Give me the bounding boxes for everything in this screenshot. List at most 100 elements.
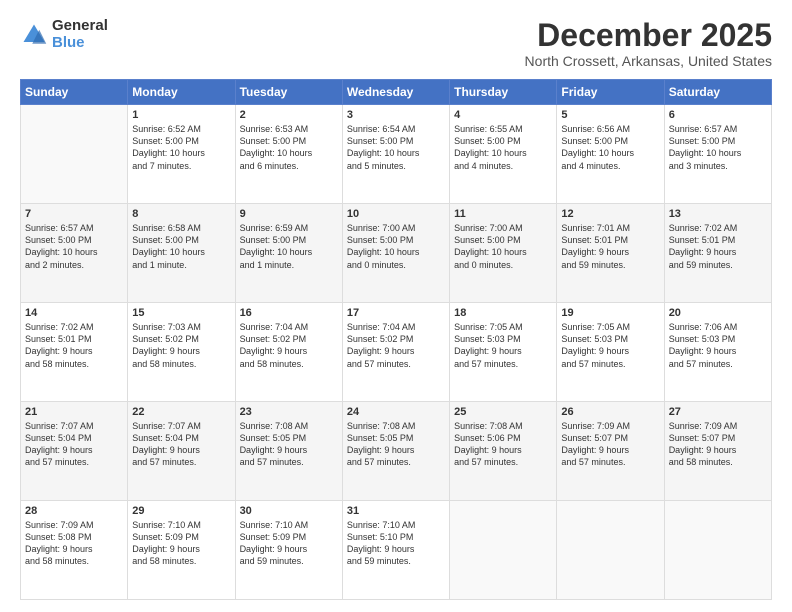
header-row: SundayMondayTuesdayWednesdayThursdayFrid… [21, 80, 772, 105]
day-number: 19 [561, 307, 659, 319]
day-number: 10 [347, 208, 445, 220]
calendar-cell: 23 Sunrise: 7:08 AM Sunset: 5:05 PM Dayli… [235, 402, 342, 501]
day-info: Sunrise: 7:10 AM Sunset: 5:09 PM Dayligh… [240, 519, 338, 568]
day-info: Sunrise: 7:05 AM Sunset: 5:03 PM Dayligh… [454, 321, 552, 370]
day-number: 27 [669, 406, 767, 418]
day-info: Sunrise: 6:57 AM Sunset: 5:00 PM Dayligh… [669, 123, 767, 172]
calendar-week-row: 1Sunrise: 6:52 AM Sunset: 5:00 PM Daylig… [21, 105, 772, 204]
day-info: Sunrise: 7:00 AM Sunset: 5:00 PM Dayligh… [454, 222, 552, 271]
page: General Blue December 2025 North Crosset… [0, 0, 792, 612]
day-info: Sunrise: 6:58 AM Sunset: 5:00 PM Dayligh… [132, 222, 230, 271]
day-number: 17 [347, 307, 445, 319]
day-info: Sunrise: 7:10 AM Sunset: 5:10 PM Dayligh… [347, 519, 445, 568]
calendar-cell: 28 Sunrise: 7:09 AM Sunset: 5:08 PM Dayli… [21, 501, 128, 600]
day-number: 16 [240, 307, 338, 319]
calendar-week-row: 7Sunrise: 6:57 AM Sunset: 5:00 PM Daylig… [21, 204, 772, 303]
day-number: 13 [669, 208, 767, 220]
day-info: Sunrise: 7:08 AM Sunset: 5:05 PM Dayligh… [240, 420, 338, 469]
calendar-cell: 14 Sunrise: 7:02 AM Sunset: 5:01 PM Dayli… [21, 303, 128, 402]
day-number: 12 [561, 208, 659, 220]
day-number: 24 [347, 406, 445, 418]
day-number: 9 [240, 208, 338, 220]
calendar-cell: 20Sunrise: 7:06 AM Sunset: 5:03 PM Dayli… [664, 303, 771, 402]
location: North Crossett, Arkansas, United States [525, 53, 772, 69]
day-info: Sunrise: 7:07 AM Sunset: 5:04 PM Dayligh… [25, 420, 123, 469]
day-number: 4 [454, 109, 552, 121]
day-info: Sunrise: 7:05 AM Sunset: 5:03 PM Dayligh… [561, 321, 659, 370]
calendar-cell: 29Sunrise: 7:10 AM Sunset: 5:09 PM Dayli… [128, 501, 235, 600]
day-number: 29 [132, 505, 230, 517]
title-area: December 2025 North Crossett, Arkansas, … [525, 18, 772, 69]
calendar-cell: 9 Sunrise: 6:59 AM Sunset: 5:00 PM Daylig… [235, 204, 342, 303]
calendar-header: SundayMondayTuesdayWednesdayThursdayFrid… [21, 80, 772, 105]
day-number: 5 [561, 109, 659, 121]
day-info: Sunrise: 7:07 AM Sunset: 5:04 PM Dayligh… [132, 420, 230, 469]
calendar-cell: 18 Sunrise: 7:05 AM Sunset: 5:03 PM Dayli… [450, 303, 557, 402]
day-number: 26 [561, 406, 659, 418]
day-number: 28 [25, 505, 123, 517]
calendar-cell: 15 Sunrise: 7:03 AM Sunset: 5:02 PM Dayli… [128, 303, 235, 402]
logo-icon [20, 21, 48, 49]
calendar-cell: 6 Sunrise: 6:57 AM Sunset: 5:00 PM Daylig… [664, 105, 771, 204]
calendar-week-row: 21 Sunrise: 7:07 AM Sunset: 5:04 PM Dayli… [21, 402, 772, 501]
day-info: Sunrise: 7:09 AM Sunset: 5:07 PM Dayligh… [669, 420, 767, 469]
weekday-header-monday: Monday [128, 80, 235, 105]
day-number: 22 [132, 406, 230, 418]
day-number: 25 [454, 406, 552, 418]
calendar-cell: 2Sunrise: 6:53 AM Sunset: 5:00 PM Daylig… [235, 105, 342, 204]
calendar-cell: 25Sunrise: 7:08 AM Sunset: 5:06 PM Dayli… [450, 402, 557, 501]
calendar-cell: 27 Sunrise: 7:09 AM Sunset: 5:07 PM Dayli… [664, 402, 771, 501]
calendar-cell: 26Sunrise: 7:09 AM Sunset: 5:07 PM Dayli… [557, 402, 664, 501]
day-info: Sunrise: 7:02 AM Sunset: 5:01 PM Dayligh… [669, 222, 767, 271]
day-number: 21 [25, 406, 123, 418]
calendar-cell: 19 Sunrise: 7:05 AM Sunset: 5:03 PM Dayli… [557, 303, 664, 402]
day-number: 14 [25, 307, 123, 319]
month-title: December 2025 [525, 18, 772, 53]
day-number: 11 [454, 208, 552, 220]
calendar-table: SundayMondayTuesdayWednesdayThursdayFrid… [20, 79, 772, 600]
day-number: 3 [347, 109, 445, 121]
day-info: Sunrise: 7:04 AM Sunset: 5:02 PM Dayligh… [347, 321, 445, 370]
day-info: Sunrise: 7:08 AM Sunset: 5:05 PM Dayligh… [347, 420, 445, 469]
calendar-week-row: 14 Sunrise: 7:02 AM Sunset: 5:01 PM Dayli… [21, 303, 772, 402]
day-number: 23 [240, 406, 338, 418]
day-info: Sunrise: 7:00 AM Sunset: 5:00 PM Dayligh… [347, 222, 445, 271]
day-info: Sunrise: 7:03 AM Sunset: 5:02 PM Dayligh… [132, 321, 230, 370]
calendar-cell: 31Sunrise: 7:10 AM Sunset: 5:10 PM Dayli… [342, 501, 449, 600]
day-info: Sunrise: 7:01 AM Sunset: 5:01 PM Dayligh… [561, 222, 659, 271]
weekday-header-sunday: Sunday [21, 80, 128, 105]
weekday-header-wednesday: Wednesday [342, 80, 449, 105]
calendar-cell: 17 Sunrise: 7:04 AM Sunset: 5:02 PM Dayli… [342, 303, 449, 402]
day-info: Sunrise: 6:55 AM Sunset: 5:00 PM Dayligh… [454, 123, 552, 172]
calendar-cell [664, 501, 771, 600]
weekday-header-saturday: Saturday [664, 80, 771, 105]
day-number: 2 [240, 109, 338, 121]
calendar-cell: 8 Sunrise: 6:58 AM Sunset: 5:00 PM Daylig… [128, 204, 235, 303]
calendar-cell: 24 Sunrise: 7:08 AM Sunset: 5:05 PM Dayli… [342, 402, 449, 501]
day-number: 8 [132, 208, 230, 220]
calendar-week-row: 28 Sunrise: 7:09 AM Sunset: 5:08 PM Dayli… [21, 501, 772, 600]
day-info: Sunrise: 7:09 AM Sunset: 5:08 PM Dayligh… [25, 519, 123, 568]
weekday-header-friday: Friday [557, 80, 664, 105]
calendar-cell: 11 Sunrise: 7:00 AM Sunset: 5:00 PM Dayli… [450, 204, 557, 303]
calendar-cell: 10 Sunrise: 7:00 AM Sunset: 5:00 PM Dayli… [342, 204, 449, 303]
calendar-cell: 21 Sunrise: 7:07 AM Sunset: 5:04 PM Dayli… [21, 402, 128, 501]
day-info: Sunrise: 6:59 AM Sunset: 5:00 PM Dayligh… [240, 222, 338, 271]
day-info: Sunrise: 7:06 AM Sunset: 5:03 PM Dayligh… [669, 321, 767, 370]
day-number: 18 [454, 307, 552, 319]
day-number: 15 [132, 307, 230, 319]
logo: General Blue [20, 18, 108, 51]
calendar-cell: 1Sunrise: 6:52 AM Sunset: 5:00 PM Daylig… [128, 105, 235, 204]
weekday-header-tuesday: Tuesday [235, 80, 342, 105]
calendar-cell: 22 Sunrise: 7:07 AM Sunset: 5:04 PM Dayli… [128, 402, 235, 501]
day-info: Sunrise: 7:02 AM Sunset: 5:01 PM Dayligh… [25, 321, 123, 370]
calendar-cell: 13 Sunrise: 7:02 AM Sunset: 5:01 PM Dayli… [664, 204, 771, 303]
weekday-header-thursday: Thursday [450, 80, 557, 105]
calendar-cell: 7Sunrise: 6:57 AM Sunset: 5:00 PM Daylig… [21, 204, 128, 303]
calendar-cell: 16Sunrise: 7:04 AM Sunset: 5:02 PM Dayli… [235, 303, 342, 402]
calendar-cell: 12 Sunrise: 7:01 AM Sunset: 5:01 PM Dayli… [557, 204, 664, 303]
calendar-cell [450, 501, 557, 600]
day-number: 30 [240, 505, 338, 517]
day-number: 6 [669, 109, 767, 121]
day-number: 1 [132, 109, 230, 121]
